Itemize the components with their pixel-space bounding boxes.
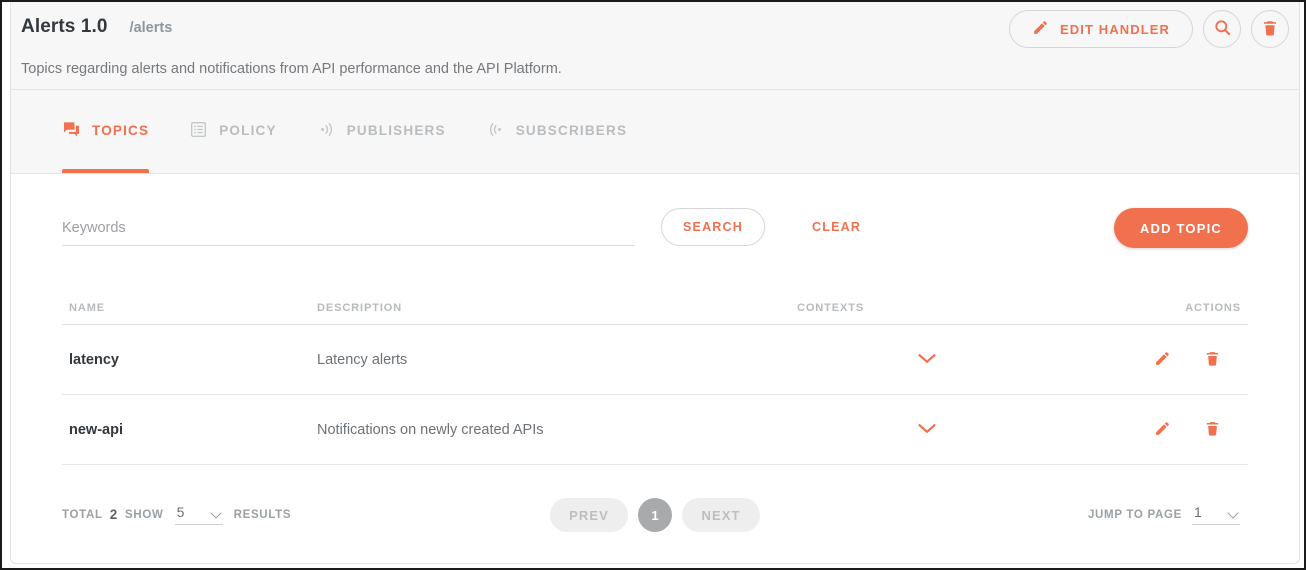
tab-topics[interactable]: TOPICS: [62, 90, 165, 173]
filter-row: SEARCH CLEAR ADD TOPIC: [62, 202, 1248, 260]
total-label: TOTAL: [62, 509, 103, 521]
jump-to-page-select[interactable]: 1: [1192, 504, 1240, 525]
trash-icon: [1204, 420, 1221, 440]
edit-handler-button[interactable]: EDIT HANDLER: [1009, 10, 1193, 48]
list-doc-icon: [189, 120, 208, 142]
delete-topic-button[interactable]: [1201, 419, 1223, 441]
add-topic-button[interactable]: ADD TOPIC: [1114, 208, 1248, 248]
column-header-description: DESCRIPTION: [317, 302, 747, 314]
tab-list: TOPICS: [62, 90, 667, 173]
pagination-summary: TOTAL 2 SHOW 5 RESULTS: [62, 504, 291, 525]
topic-name: new-api: [69, 422, 123, 438]
expand-contexts-button[interactable]: [913, 348, 941, 372]
page-description: Topics regarding alerts and notification…: [21, 61, 562, 77]
app-window: Alerts 1.0 /alerts Topics regarding aler…: [0, 0, 1306, 570]
header-actions: EDIT HANDLER: [1009, 10, 1289, 48]
tab-publishers[interactable]: PUBLISHERS: [317, 90, 462, 173]
page-title: Alerts 1.0: [21, 16, 108, 38]
forum-icon: [62, 120, 81, 142]
chevron-down-icon: [917, 352, 937, 368]
prev-page-button[interactable]: PREV: [550, 498, 628, 532]
trash-icon: [1204, 350, 1221, 370]
pagination-controls: PREV 1 NEXT: [550, 498, 760, 532]
edit-topic-button[interactable]: [1151, 349, 1173, 371]
chevron-down-icon: [917, 422, 937, 438]
table-row[interactable]: new-api Notifications on newly created A…: [62, 395, 1248, 465]
pencil-icon: [1154, 350, 1171, 370]
page-header: Alerts 1.0 /alerts Topics regarding aler…: [11, 2, 1299, 90]
tab-subscribers-label: SUBSCRIBERS: [516, 124, 627, 138]
show-label: SHOW: [125, 509, 164, 521]
pencil-icon: [1154, 420, 1171, 440]
total-value: 2: [110, 507, 118, 522]
search-input[interactable]: [62, 216, 635, 246]
topic-description: Latency alerts: [317, 352, 407, 368]
tab-subscribers[interactable]: SUBSCRIBERS: [486, 90, 643, 173]
pencil-icon: [1032, 19, 1049, 39]
page-path: /alerts: [130, 20, 173, 36]
column-header-actions: ACTIONS: [1107, 302, 1248, 314]
tab-topics-label: TOPICS: [92, 124, 149, 138]
search-button[interactable]: [1203, 10, 1241, 48]
tab-bar: TOPICS: [11, 90, 1299, 174]
jump-to-page-value: 1: [1194, 504, 1202, 520]
results-label: RESULTS: [234, 509, 292, 521]
active-tab-indicator: [62, 169, 149, 173]
broadcast-in-icon: [486, 120, 505, 142]
content-card: Alerts 1.0 /alerts Topics regarding aler…: [10, 2, 1300, 564]
topics-table: NAME DESCRIPTION CONTEXTS ACTIONS latenc…: [62, 292, 1248, 465]
tab-policy[interactable]: POLICY: [189, 90, 292, 173]
edit-handler-label: EDIT HANDLER: [1060, 22, 1170, 37]
page-size-value: 5: [177, 504, 185, 520]
column-header-contexts: CONTEXTS: [747, 302, 1107, 314]
chevron-down-icon: [212, 508, 221, 517]
delete-topic-button[interactable]: [1201, 349, 1223, 371]
edit-topic-button[interactable]: [1151, 419, 1173, 441]
jump-to-page-label: JUMP TO PAGE: [1088, 509, 1182, 521]
page-size-select[interactable]: 5: [175, 504, 223, 525]
title-row: Alerts 1.0 /alerts: [21, 16, 172, 38]
broadcast-out-icon: [317, 120, 336, 142]
expand-contexts-button[interactable]: [913, 418, 941, 442]
tab-policy-label: POLICY: [219, 124, 276, 138]
next-page-button[interactable]: NEXT: [682, 498, 760, 532]
table-row[interactable]: latency Latency alerts: [62, 325, 1248, 395]
clear-button[interactable]: CLEAR: [800, 208, 873, 246]
pagination-bar: TOTAL 2 SHOW 5 RESULTS PREV 1 NEXT JUMP …: [62, 492, 1248, 542]
search-submit-button[interactable]: SEARCH: [661, 208, 765, 246]
column-header-name: NAME: [62, 302, 317, 314]
topic-description: Notifications on newly created APIs: [317, 422, 543, 438]
keywords-field-wrap: [62, 216, 635, 246]
delete-handler-button[interactable]: [1251, 10, 1289, 48]
trash-icon: [1261, 19, 1279, 40]
page-number-button[interactable]: 1: [638, 498, 672, 532]
topic-name: latency: [69, 352, 119, 368]
table-header-row: NAME DESCRIPTION CONTEXTS ACTIONS: [62, 292, 1248, 325]
tab-panel-topics: SEARCH CLEAR ADD TOPIC NAME DESCRIPTION …: [11, 174, 1299, 563]
tab-publishers-label: PUBLISHERS: [347, 124, 446, 138]
chevron-down-icon: [1229, 508, 1238, 517]
search-icon: [1213, 18, 1232, 40]
jump-to-page: JUMP TO PAGE 1: [1088, 504, 1244, 525]
